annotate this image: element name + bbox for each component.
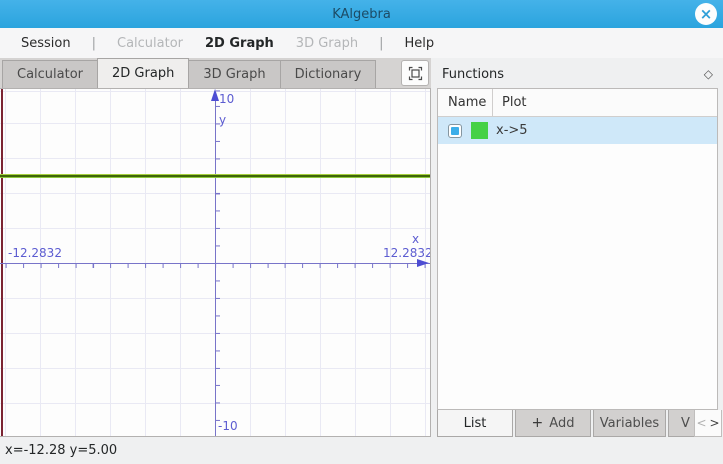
cursor-coordinates: x=-12.28 y=5.00 [5, 443, 117, 458]
graph-2d-canvas[interactable]: 10 y -12.2832 x 12.2832 -10 [0, 88, 431, 437]
scroll-right-button[interactable]: > [708, 410, 721, 436]
dock-tab-list-label: List [464, 416, 487, 431]
tab-3d-graph[interactable]: 3D Graph [188, 60, 280, 88]
tab-dictionary[interactable]: Dictionary [280, 60, 377, 88]
dock-tab-variables-label: Variables [600, 416, 659, 431]
function-expression: x->5 [496, 123, 528, 138]
fit-to-view-icon [408, 66, 423, 81]
function-visible-checkbox[interactable] [448, 124, 462, 138]
menu-calculator: Calculator [106, 36, 194, 51]
column-header-name[interactable]: Name [438, 89, 493, 116]
function-row[interactable]: x->5 [438, 117, 717, 144]
main-tabbar: Calculator 2D Graph 3D Graph Dictionary [0, 58, 431, 88]
y-max-label: 10 [219, 92, 234, 106]
kalgebra-window: KAlgebra × Session | Calculator 2D Graph… [0, 0, 723, 464]
y-min-label: -10 [218, 419, 238, 433]
menu-separator: | [369, 36, 393, 51]
dock-tab-clipped-label: V [681, 416, 690, 431]
tab-2d-graph[interactable]: 2D Graph [97, 58, 189, 88]
menu-3d-graph: 3D Graph [285, 36, 369, 51]
plus-icon: + [532, 415, 544, 431]
x-axis [0, 263, 430, 264]
table-header: Name Plot [438, 89, 717, 117]
window-title: KAlgebra [332, 7, 391, 22]
function-plot-line [0, 174, 430, 178]
titlebar[interactable]: KAlgebra × [0, 0, 723, 28]
dock-tab-clipped[interactable]: V [668, 410, 696, 437]
dock-tab-list[interactable]: List [437, 410, 513, 437]
close-icon: × [700, 7, 713, 22]
fit-to-view-button[interactable] [401, 60, 429, 86]
menu-2d-graph[interactable]: 2D Graph [194, 36, 285, 51]
statusbar: x=-12.28 y=5.00 [0, 437, 723, 464]
tab-calculator[interactable]: Calculator [2, 60, 98, 88]
tab-scroll-buttons: < > [694, 410, 722, 437]
x-axis-arrow-icon [417, 259, 429, 267]
chevron-left-icon: < [696, 416, 706, 430]
menu-separator: | [82, 36, 106, 51]
x-axis-label: x [412, 232, 419, 246]
y-axis [215, 95, 216, 436]
y-axis-label: y [219, 113, 226, 127]
main-area: Calculator 2D Graph 3D Graph Dictionary [0, 58, 723, 437]
y-axis-arrow-icon [211, 89, 219, 101]
x-min-label: -12.2832 [8, 246, 62, 260]
checkbox-checked-mark [451, 127, 459, 135]
dock-tab-add-label: Add [549, 416, 574, 431]
function-color-swatch [471, 122, 488, 139]
graph-pane: Calculator 2D Graph 3D Graph Dictionary [0, 58, 431, 437]
chevron-right-icon: > [709, 416, 719, 430]
scroll-left-button: < [695, 410, 708, 436]
menu-help[interactable]: Help [393, 36, 445, 51]
menu-session[interactable]: Session [10, 36, 82, 51]
dock-tab-add[interactable]: + Add [515, 410, 591, 437]
menubar: Session | Calculator 2D Graph 3D Graph |… [0, 28, 723, 58]
dock-titlebar: Functions ◇ [431, 62, 723, 86]
float-dock-icon[interactable]: ◇ [704, 67, 713, 81]
functions-dock: Functions ◇ Name Plot x->5 List [431, 58, 723, 437]
dock-tab-variables[interactable]: Variables [593, 410, 666, 437]
functions-table: Name Plot x->5 [437, 88, 718, 410]
column-header-plot[interactable]: Plot [493, 89, 527, 116]
dock-title-text: Functions [442, 67, 504, 82]
close-button[interactable]: × [695, 3, 717, 25]
x-max-label: 12.2832 [383, 246, 431, 260]
dock-tabbar: List + Add Variables V < > [431, 410, 723, 437]
